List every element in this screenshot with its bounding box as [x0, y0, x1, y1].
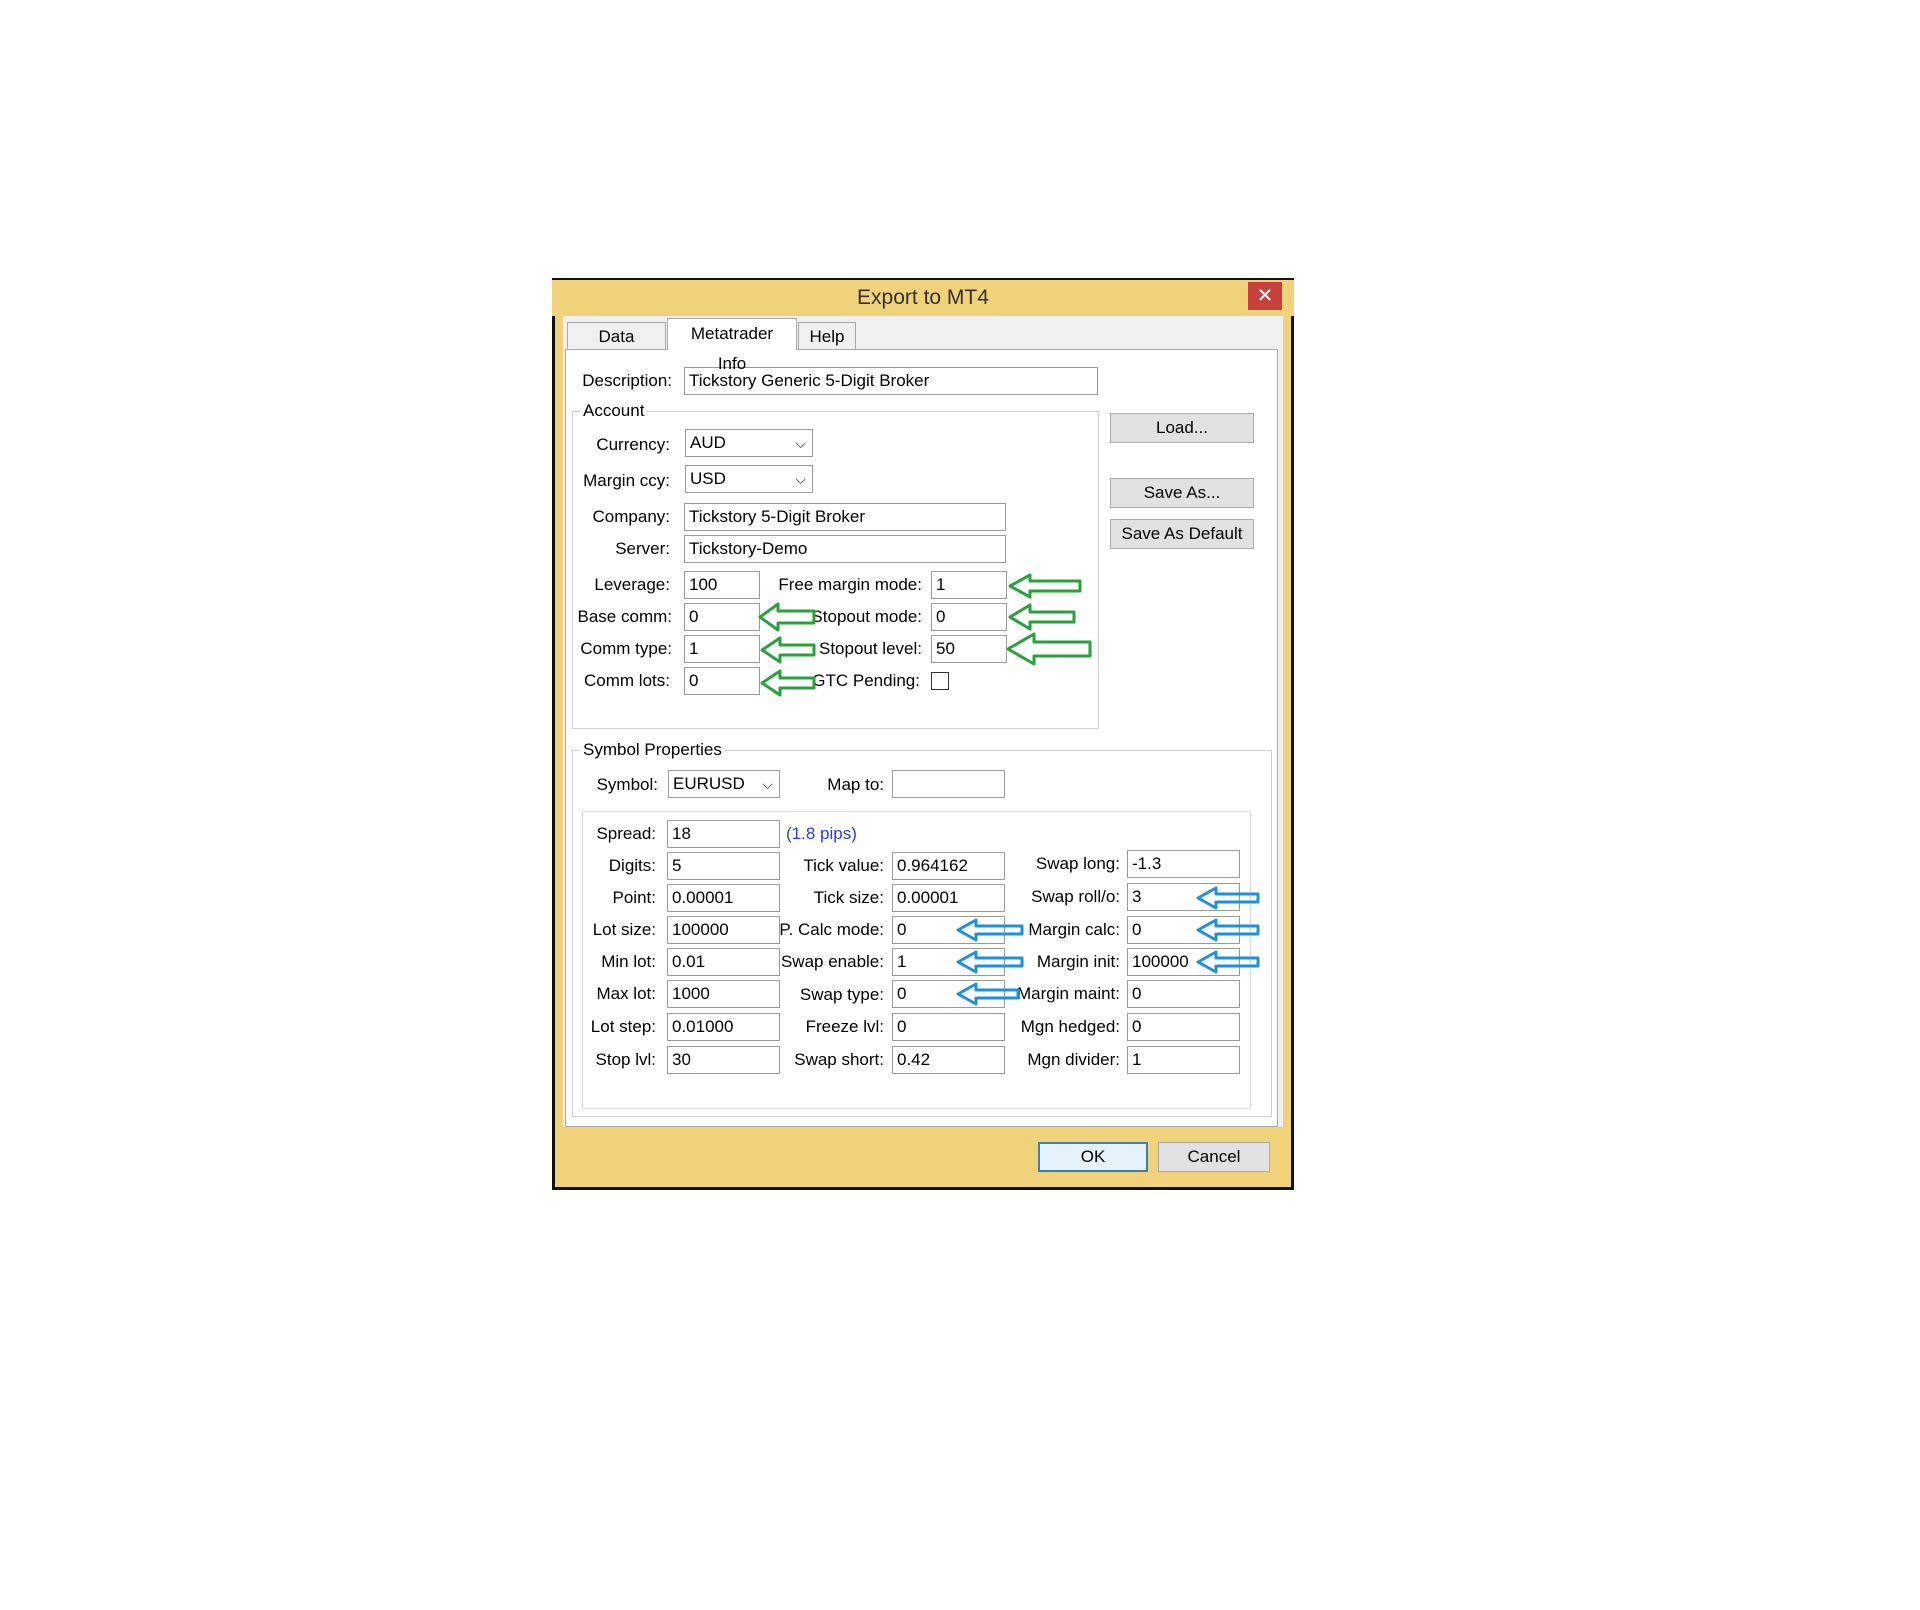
save-as-button[interactable]: Save As...	[1110, 478, 1254, 508]
ok-button[interactable]: OK	[1038, 1142, 1148, 1172]
max-lot-label: Max lot:	[596, 984, 656, 1003]
leverage-input[interactable]: 100	[684, 571, 760, 599]
left-arrow-icon	[956, 950, 1024, 974]
currency-label: Currency:	[596, 435, 670, 454]
mgn-hedged-input[interactable]: 0	[1127, 1013, 1240, 1041]
margin-ccy-value: USD	[690, 469, 726, 488]
map-to-input[interactable]	[892, 770, 1005, 798]
tick-value-input[interactable]: 0.964162	[892, 852, 1005, 880]
left-arrow-icon	[1196, 886, 1260, 910]
lot-step-label: Lot step:	[590, 1017, 656, 1036]
digits-label: Digits:	[608, 856, 656, 875]
gtc-pending-checkbox[interactable]	[931, 672, 949, 690]
digits-input[interactable]: 5	[667, 852, 780, 880]
currency-select[interactable]: AUD ⌵	[685, 429, 813, 457]
min-lot-input[interactable]: 0.01	[667, 948, 780, 976]
left-arrow-icon	[758, 602, 816, 632]
p-calc-mode-label: P. Calc mode:	[779, 920, 884, 939]
window-frame-right	[1283, 316, 1291, 1187]
server-label: Server:	[615, 539, 670, 558]
freeze-lvl-label: Freeze lvl:	[805, 1017, 884, 1036]
chevron-down-icon: ⌵	[795, 435, 806, 451]
leverage-label: Leverage:	[594, 575, 670, 594]
point-label: Point:	[612, 888, 656, 907]
left-arrow-icon	[1008, 573, 1082, 599]
symbol-properties-legend: Symbol Properties	[580, 740, 725, 760]
comm-lots-input[interactable]: 0	[684, 667, 760, 695]
tab-help[interactable]: Help	[798, 322, 856, 350]
tab-data-export[interactable]: Data export	[567, 322, 666, 374]
chevron-down-icon: ⌵	[762, 776, 773, 792]
stop-lvl-input[interactable]: 30	[667, 1046, 780, 1074]
lot-size-label: Lot size:	[592, 920, 656, 939]
point-input[interactable]: 0.00001	[667, 884, 780, 912]
swap-long-label: Swap long:	[1035, 854, 1120, 873]
margin-maint-input[interactable]: 0	[1127, 980, 1240, 1008]
swap-rollover-label: Swap roll/o:	[1031, 887, 1120, 906]
free-margin-mode-label: Free margin mode:	[778, 575, 922, 594]
left-arrow-icon	[1196, 950, 1260, 974]
comm-lots-label: Comm lots:	[584, 671, 670, 690]
comm-type-label: Comm type:	[580, 639, 672, 658]
symbol-select[interactable]: EURUSD ⌵	[668, 770, 780, 798]
base-comm-label: Base comm:	[577, 607, 672, 626]
save-as-default-button[interactable]: Save As Default	[1110, 519, 1254, 549]
swap-short-input[interactable]: 0.42	[892, 1046, 1005, 1074]
cancel-button[interactable]: Cancel	[1158, 1142, 1270, 1172]
tab-metatrader-info[interactable]: Metatrader Info	[667, 318, 797, 373]
symbol-value: EURUSD	[673, 774, 745, 793]
swap-long-input[interactable]: -1.3	[1127, 850, 1240, 878]
spread-label: Spread:	[596, 824, 656, 843]
map-to-label: Map to:	[827, 775, 884, 794]
base-comm-input[interactable]: 0	[684, 603, 760, 631]
spread-pips-note: (1.8 pips)	[786, 824, 857, 843]
left-arrow-icon	[956, 982, 1020, 1006]
left-arrow-icon	[1196, 918, 1260, 942]
account-legend: Account	[580, 401, 648, 421]
load-button[interactable]: Load...	[1110, 413, 1254, 443]
margin-ccy-select[interactable]: USD ⌵	[685, 465, 813, 493]
stopout-mode-input[interactable]: 0	[931, 603, 1007, 631]
mgn-divider-input[interactable]: 1	[1127, 1046, 1240, 1074]
swap-short-label: Swap short:	[794, 1050, 884, 1069]
freeze-lvl-input[interactable]: 0	[892, 1013, 1005, 1041]
left-arrow-icon	[956, 918, 1024, 942]
tab-label: Help	[809, 327, 845, 346]
stop-lvl-label: Stop lvl:	[595, 1050, 656, 1069]
close-icon: ✕	[1256, 285, 1274, 307]
left-arrow-icon	[760, 636, 816, 664]
window-title: Export to MT4	[857, 286, 989, 309]
mgn-hedged-label: Mgn hedged:	[1020, 1017, 1120, 1036]
tick-size-input[interactable]: 0.00001	[892, 884, 1005, 912]
swap-enable-label: Swap enable:	[780, 952, 884, 971]
chevron-down-icon: ⌵	[795, 471, 806, 487]
tick-value-label: Tick value:	[803, 856, 884, 875]
company-label: Company:	[592, 507, 670, 526]
left-arrow-icon	[1006, 632, 1092, 666]
mgn-divider-label: Mgn divider:	[1027, 1050, 1120, 1069]
description-label: Description:	[582, 371, 672, 390]
swap-type-label: Swap type:	[799, 985, 884, 1004]
left-arrow-icon	[1008, 603, 1076, 631]
symbol-label: Symbol:	[596, 775, 658, 794]
spread-input[interactable]: 18	[667, 820, 780, 848]
max-lot-input[interactable]: 1000	[667, 980, 780, 1008]
min-lot-label: Min lot:	[601, 952, 656, 971]
free-margin-mode-input[interactable]: 1	[931, 571, 1007, 599]
company-input[interactable]: Tickstory 5-Digit Broker	[684, 503, 1006, 531]
title-bar[interactable]: Export to MT4	[552, 278, 1294, 316]
close-button[interactable]: ✕	[1248, 282, 1282, 310]
currency-value: AUD	[690, 433, 726, 452]
stopout-level-input[interactable]: 50	[931, 635, 1007, 663]
left-arrow-icon	[760, 669, 816, 697]
margin-ccy-label: Margin ccy:	[583, 471, 670, 490]
lot-step-input[interactable]: 0.01000	[667, 1013, 780, 1041]
server-input[interactable]: Tickstory-Demo	[684, 535, 1006, 563]
comm-type-input[interactable]: 1	[684, 635, 760, 663]
tick-size-label: Tick size:	[813, 888, 884, 907]
lot-size-input[interactable]: 100000	[667, 916, 780, 944]
